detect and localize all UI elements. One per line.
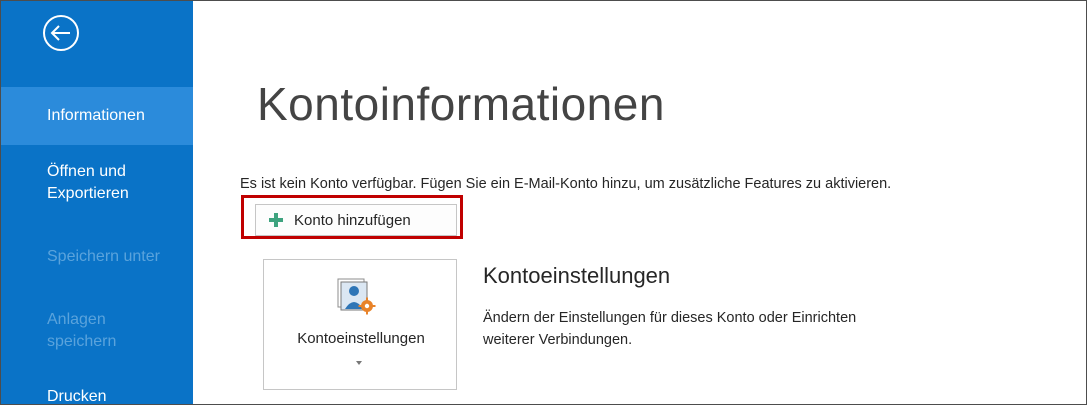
chevron-down-icon [356,361,362,365]
main-content: Kontoinformationen Es ist kein Konto ver… [193,1,1086,404]
backstage-window: Informationen Öffnen und Exportieren Spe… [0,0,1087,405]
sidebar-item-label: Speichern unter [47,248,160,265]
sidebar-item-label: Anlagen speichern [47,311,117,350]
sidebar-item-label: Drucken [47,388,107,405]
add-account-button-label: Konto hinzufügen [294,211,411,229]
account-settings-icon [337,278,376,315]
sidebar-item-label: Öffnen und Exportieren [47,163,129,202]
account-settings-description: Ändern der Einstellungen für dieses Kont… [483,310,857,348]
account-settings-heading: Kontoeinstellungen [483,263,671,288]
no-account-message: Es ist kein Konto verfügbar. Fügen Sie e… [240,176,892,192]
add-account-button[interactable]: Konto hinzufügen [255,204,457,236]
plus-icon [269,213,283,227]
sidebar-item-speichern-unter[interactable]: Speichern unter [1,246,193,268]
sidebar-item-drucken[interactable]: Drucken [1,386,193,405]
sidebar-item-label: Informationen [47,107,145,124]
back-button[interactable] [41,13,81,53]
sidebar-item-oeffnen-exportieren[interactable]: Öffnen und Exportieren [1,161,151,205]
backstage-sidebar: Informationen Öffnen und Exportieren Spe… [1,1,193,404]
page-title: Kontoinformationen [257,78,665,130]
sidebar-item-anlagen-speichern[interactable]: Anlagen speichern [1,309,131,353]
sidebar-item-informationen[interactable]: Informationen [1,87,193,145]
back-arrow-circle-icon [43,15,79,51]
account-settings-tile[interactable]: Kontoeinstellungen [263,259,457,390]
account-settings-tile-label: Kontoeinstellungen [297,330,425,347]
